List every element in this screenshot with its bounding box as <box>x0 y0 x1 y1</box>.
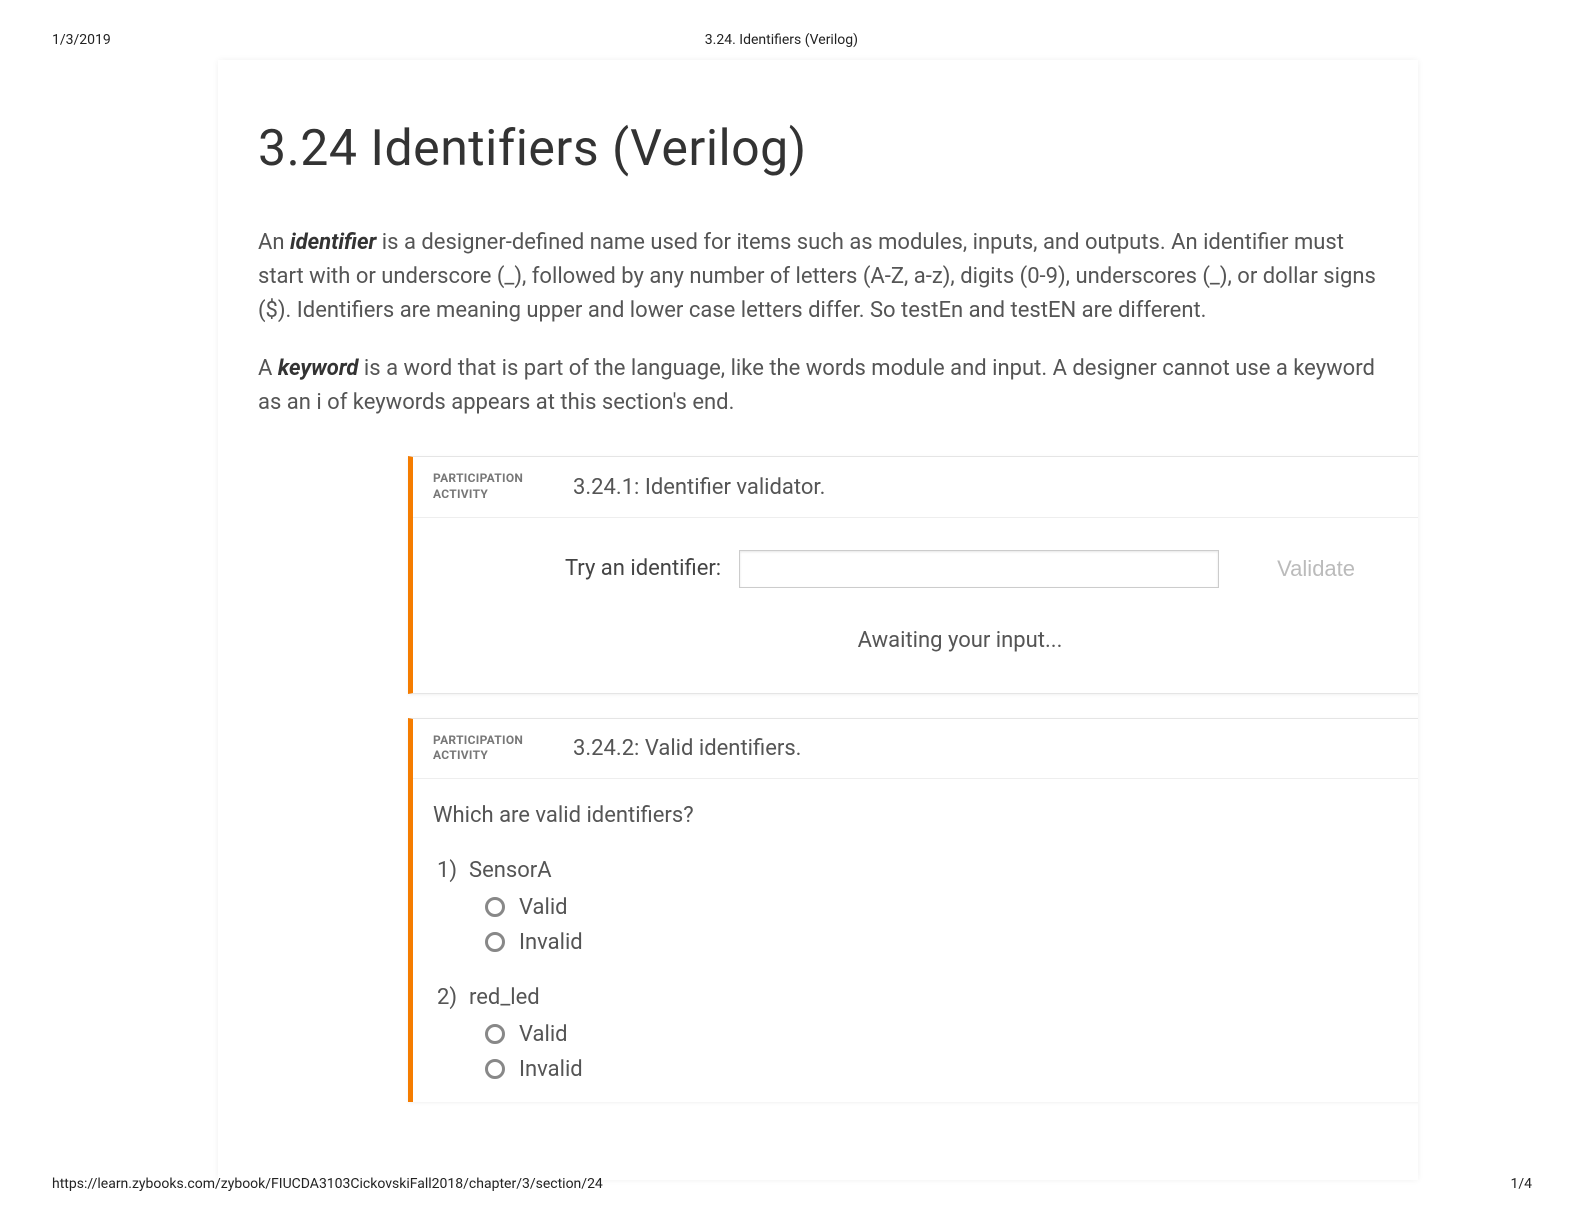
activity-valid-identifiers: PARTICIPATION ACTIVITY 3.24.2: Valid ide… <box>408 718 1418 1102</box>
badge-line2: ACTIVITY <box>433 487 573 503</box>
question-label: SensorA <box>469 858 552 883</box>
paragraph-identifier: An identifier is a designer-defined name… <box>258 226 1378 328</box>
radio-icon <box>485 1024 505 1044</box>
para2-bold: keyword <box>278 356 359 381</box>
activity-header: PARTICIPATION ACTIVITY 3.24.2: Valid ide… <box>413 719 1418 779</box>
participation-badge: PARTICIPATION ACTIVITY <box>433 471 573 502</box>
identifier-input[interactable] <box>739 550 1219 588</box>
para1-post: is a designer-defined name used for item… <box>258 230 1376 323</box>
option-valid[interactable]: Valid <box>485 895 1418 920</box>
paragraph-keyword: A keyword is a word that is part of the … <box>258 352 1378 420</box>
option-label: Valid <box>519 895 568 920</box>
question-label: red_led <box>469 985 540 1010</box>
question-item-1: 1) SensorA Valid Invalid <box>433 858 1418 955</box>
activity-title: 3.24.2: Valid identifiers. <box>573 736 801 761</box>
para2-pre: A <box>258 356 278 381</box>
option-label: Invalid <box>519 930 583 955</box>
activity-title: 3.24.1: Identifier validator. <box>573 475 825 500</box>
option-label: Valid <box>519 1022 568 1047</box>
question-prompt: Which are valid identifiers? <box>433 803 1418 828</box>
awaiting-message: Awaiting your input... <box>453 628 1418 653</box>
activity-identifier-validator: PARTICIPATION ACTIVITY 3.24.1: Identifie… <box>408 456 1418 693</box>
content-area: 3.24 Identifiers (Verilog) An identifier… <box>218 60 1418 1180</box>
badge-line1: PARTICIPATION <box>433 733 573 749</box>
activity-body: Which are valid identifiers? 1) SensorA … <box>413 779 1418 1102</box>
badge-line2: ACTIVITY <box>433 748 573 764</box>
print-footer: https://learn.zybooks.com/zybook/FIUCDA3… <box>52 1176 1532 1192</box>
question-item-2: 2) red_led Valid Invalid <box>433 985 1418 1082</box>
try-identifier-row: Try an identifier: Validate <box>453 550 1418 588</box>
option-invalid[interactable]: Invalid <box>485 1057 1418 1082</box>
option-valid[interactable]: Valid <box>485 1022 1418 1047</box>
radio-icon <box>485 897 505 917</box>
para1-pre: An <box>258 230 290 255</box>
question-number: 1) <box>433 858 457 883</box>
para1-bold: identifier <box>290 230 376 255</box>
page-title: 3.24 Identifiers (Verilog) <box>258 120 1378 178</box>
print-header-title: 3.24. Identifiers (Verilog) <box>111 32 1452 48</box>
question-number: 2) <box>433 985 457 1010</box>
activity-body: Try an identifier: Validate Awaiting you… <box>413 518 1418 693</box>
radio-icon <box>485 1059 505 1079</box>
badge-line1: PARTICIPATION <box>433 471 573 487</box>
print-header: 1/3/2019 3.24. Identifiers (Verilog) <box>52 32 1532 48</box>
activity-header: PARTICIPATION ACTIVITY 3.24.1: Identifie… <box>413 457 1418 517</box>
validate-button[interactable]: Validate <box>1277 556 1355 582</box>
footer-url: https://learn.zybooks.com/zybook/FIUCDA3… <box>52 1176 603 1192</box>
participation-badge: PARTICIPATION ACTIVITY <box>433 733 573 764</box>
radio-icon <box>485 932 505 952</box>
try-identifier-label: Try an identifier: <box>565 556 721 581</box>
option-label: Invalid <box>519 1057 583 1082</box>
page-number: 1/4 <box>1510 1176 1532 1192</box>
print-date: 1/3/2019 <box>52 32 111 48</box>
para2-post: is a word that is part of the language, … <box>258 356 1375 415</box>
option-invalid[interactable]: Invalid <box>485 930 1418 955</box>
